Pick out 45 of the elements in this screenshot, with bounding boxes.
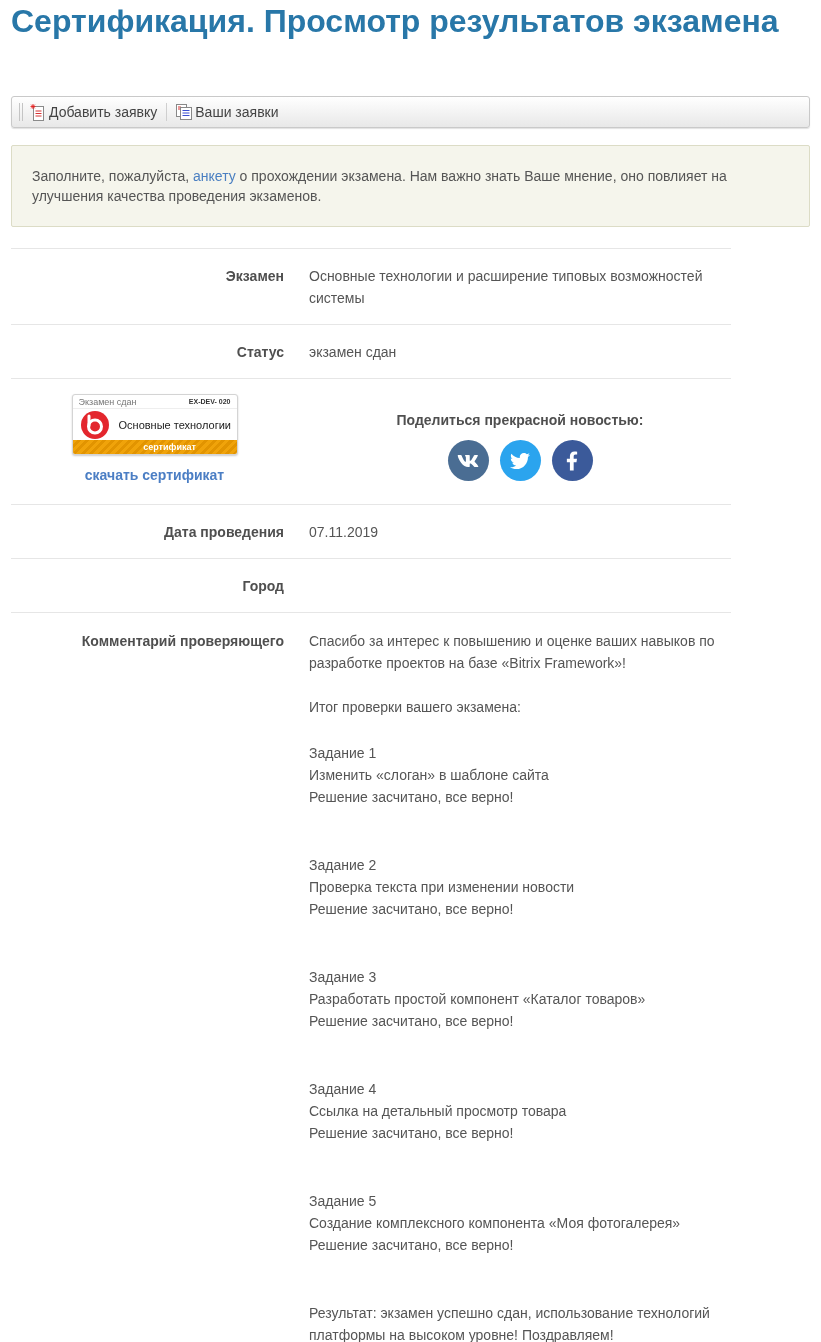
task-verdict: Решение засчитано, все верно! [309,788,515,807]
vk-share-button[interactable] [447,440,489,481]
task-number: Задание 3 [309,968,378,987]
task-number: Задание 2 [309,856,378,875]
field-label: Дата проведения [164,524,284,540]
survey-link[interactable]: анкету [193,168,236,184]
task-number: Задание 1 [309,744,378,763]
task-title: Изменить «слоган» в шаблоне сайта [309,766,550,785]
documents-icon [176,104,193,120]
swirl-logo-icon [80,410,109,439]
ribbon-label: сертификат [143,442,196,452]
task-title: Создание комплексного компонента «Моя фотогалерея» [309,1214,682,1233]
task-number: Задание 5 [309,1192,378,1211]
task-verdict: Решение засчитано, все верно! [309,900,515,919]
field-label: Экзамен [225,268,284,284]
summary-heading: Итог проверки вашего экзамена: [309,698,522,717]
notice-text: Заполните, пожалуйста, анкету о прохождении экзамена. Нам важно знать Ваше мнение, оно повлияет на улучшения качества проведения экзаменов. [32,167,728,206]
twitter-bird-icon [510,450,530,471]
certificate-title: Основные технологии [118,418,231,431]
task-title: Ссылка на детальный просмотр товара [309,1102,568,1121]
field-value: Основные технологии и расширение типовых возможностей системы [309,268,703,306]
download-certificate-link[interactable]: скачать сертификат [84,464,225,486]
task-title: Разработать простой компонент «Каталог товаров» [309,990,647,1009]
task-title: Проверка текста при изменении новости [309,878,576,897]
task-verdict: Решение засчитано, все верно! [309,1236,515,1255]
comment-intro: Спасибо за интерес к повышению и оценке ваших навыков по разработке проектов на базе «Bitrix Framework»! [309,632,716,673]
task-verdict: Решение засчитано, все верно! [309,1012,515,1031]
field-value: 07.11.2019 [309,524,379,540]
my-requests-button[interactable]: Ваши заявки [176,101,279,123]
facebook-logo-icon [566,449,578,472]
task-number: Задание 4 [309,1080,378,1099]
twitter-share-button[interactable] [499,440,541,481]
add-request-button[interactable]: Добавить заявку [30,101,158,123]
page-title: Сертификация. Просмотр результатов экзамена [11,2,780,40]
field-label: Комментарий проверяющего [81,633,284,649]
certificate-status: Экзамен сдан [78,396,137,407]
task-verdict: Решение засчитано, все верно! [309,1124,515,1143]
new-document-icon [30,103,46,121]
result-text: Результат: экзамен успешно сдан, использование технологий платформы на высоком уровне! Поздравляем! [309,1304,711,1342]
field-label: Город [242,578,284,594]
field-value: экзамен сдан [309,344,397,360]
share-heading: Поделиться прекрасной новостью: [396,411,644,430]
field-label: Статус [236,344,284,360]
facebook-share-button[interactable] [551,440,593,481]
grip-icon [19,103,23,121]
